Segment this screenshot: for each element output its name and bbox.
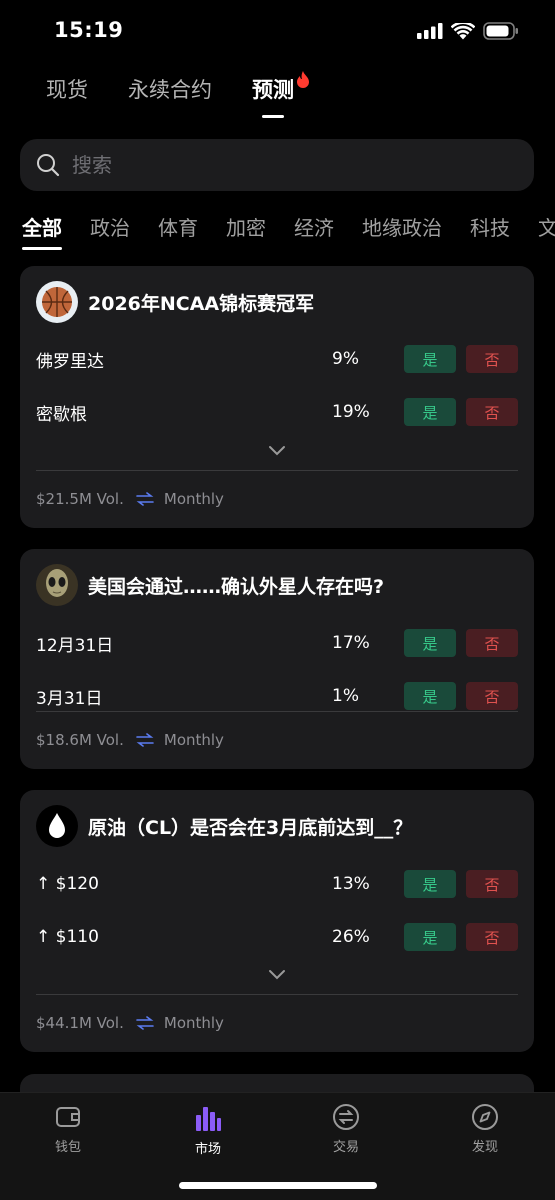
divider <box>36 994 518 995</box>
nav-wallet-label: 钱包 <box>54 1140 81 1155</box>
market-title: 美国会通过……确认外星人存在吗? <box>88 575 385 598</box>
market-frequency: Monthly <box>163 490 224 508</box>
nav-market[interactable]: 市场 <box>168 1103 248 1157</box>
yes-button[interactable]: 是 <box>404 629 456 657</box>
category-sports[interactable]: 体育 <box>158 212 198 241</box>
search-icon <box>37 154 60 177</box>
outcome-percent: 13% <box>332 874 370 894</box>
yes-button[interactable]: 是 <box>404 345 456 373</box>
compass-icon <box>472 1104 498 1130</box>
outcome-label: 密歇根 <box>36 404 87 425</box>
no-button[interactable]: 否 <box>466 870 518 898</box>
outcome-label: 3月31日 <box>36 688 103 709</box>
status-bar: 15:19 <box>0 0 555 62</box>
wifi-icon <box>451 22 475 39</box>
alien-icon <box>36 564 78 606</box>
yes-button[interactable]: 是 <box>404 398 456 426</box>
nav-discover[interactable]: 发现 <box>445 1103 525 1155</box>
outcome-label: 佛罗里达 <box>36 351 104 372</box>
outcome-percent: 19% <box>332 402 370 422</box>
market-footer: $18.6M Vol. Monthly <box>36 731 224 749</box>
category-all[interactable]: 全部 <box>22 212 62 250</box>
category-economy[interactable]: 经济 <box>294 212 334 241</box>
market-frequency: Monthly <box>163 731 224 749</box>
tab-spot[interactable]: 现货 <box>46 74 88 104</box>
no-button[interactable]: 否 <box>466 923 518 951</box>
tab-prediction-label: 预测 <box>252 78 294 102</box>
search-input[interactable] <box>72 153 492 177</box>
cellular-signal-icon <box>417 23 443 39</box>
market-title: 2026年NCAA锦标赛冠军 <box>88 292 315 315</box>
market-title: 原油（CL）是否会在3月底前达到__？ <box>88 816 413 839</box>
outcome-row: 密歇根 19% 是 否 <box>36 397 518 427</box>
market-volume: $44.1M Vol. <box>36 1014 124 1032</box>
market-chart-icon <box>196 1107 221 1131</box>
oil-drop-icon <box>36 805 78 847</box>
market-footer: $21.5M Vol. Monthly <box>36 490 224 508</box>
market-card[interactable]: 原油（CL）是否会在3月底前达到__？ ↑ $120 13% 是 否 ↑ $11… <box>20 790 534 1052</box>
recurrence-icon <box>136 1016 154 1030</box>
category-geopolitics[interactable]: 地缘政治 <box>362 212 442 241</box>
battery-icon <box>483 22 518 40</box>
nav-trade-label: 交易 <box>332 1140 359 1155</box>
status-time: 15:19 <box>54 18 124 42</box>
recurrence-icon <box>136 733 154 747</box>
no-button[interactable]: 否 <box>466 682 518 710</box>
trade-swap-icon <box>333 1104 359 1130</box>
tab-prediction[interactable]: 预测 <box>252 71 309 118</box>
nav-discover-label: 发现 <box>471 1140 498 1155</box>
divider <box>36 470 518 471</box>
nav-wallet[interactable]: 钱包 <box>28 1103 108 1155</box>
divider <box>36 711 518 712</box>
tab-perpetual[interactable]: 永续合约 <box>128 74 212 104</box>
outcome-percent: 9% <box>332 349 359 369</box>
outcome-label: ↑ $110 <box>36 927 99 947</box>
top-tabs: 现货 永续合约 预测 <box>46 71 309 118</box>
outcome-row: 佛罗里达 9% 是 否 <box>36 344 518 374</box>
outcome-row: ↑ $120 13% 是 否 <box>36 869 518 899</box>
market-header: 美国会通过……确认外星人存在吗? <box>36 564 384 606</box>
yes-button[interactable]: 是 <box>404 923 456 951</box>
market-volume: $18.6M Vol. <box>36 731 124 749</box>
chevron-down-icon[interactable] <box>268 444 286 456</box>
outcome-row: 12月31日 17% 是 否 <box>36 628 518 658</box>
outcome-percent: 26% <box>332 927 370 947</box>
status-icons <box>417 22 519 40</box>
category-culture[interactable]: 文 <box>538 212 555 241</box>
nav-market-label: 市场 <box>194 1142 221 1157</box>
yes-button[interactable]: 是 <box>404 682 456 710</box>
flame-icon <box>297 71 309 88</box>
category-tabs: 全部 政治 体育 加密 经济 地缘政治 科技 文 <box>22 212 555 250</box>
home-indicator[interactable] <box>179 1182 377 1189</box>
no-button[interactable]: 否 <box>466 345 518 373</box>
nav-trade[interactable]: 交易 <box>306 1103 386 1155</box>
outcome-row: 3月31日 1% 是 否 <box>36 681 518 711</box>
yes-button[interactable]: 是 <box>404 870 456 898</box>
outcome-percent: 17% <box>332 633 370 653</box>
outcome-row: ↑ $110 26% 是 否 <box>36 922 518 952</box>
market-card[interactable]: 2026年NCAA锦标赛冠军 佛罗里达 9% 是 否 密歇根 19% 是 否 $… <box>20 266 534 528</box>
recurrence-icon <box>136 492 154 506</box>
category-crypto[interactable]: 加密 <box>226 212 266 241</box>
no-button[interactable]: 否 <box>466 398 518 426</box>
market-volume: $21.5M Vol. <box>36 490 124 508</box>
market-card[interactable]: 美国会通过……确认外星人存在吗? 12月31日 17% 是 否 3月31日 1%… <box>20 549 534 769</box>
category-politics[interactable]: 政治 <box>90 212 130 241</box>
chevron-down-icon[interactable] <box>268 968 286 980</box>
wallet-icon <box>56 1107 80 1127</box>
market-footer: $44.1M Vol. Monthly <box>36 1014 224 1032</box>
category-tech[interactable]: 科技 <box>470 212 510 241</box>
search-bar[interactable] <box>20 139 534 191</box>
market-header: 2026年NCAA锦标赛冠军 <box>36 281 314 323</box>
outcome-label: ↑ $120 <box>36 874 99 894</box>
market-header: 原油（CL）是否会在3月底前达到__？ <box>36 805 412 847</box>
market-frequency: Monthly <box>163 1014 224 1032</box>
basketball-icon <box>36 281 78 323</box>
outcome-label: 12月31日 <box>36 635 114 656</box>
no-button[interactable]: 否 <box>466 629 518 657</box>
outcome-percent: 1% <box>332 686 359 706</box>
